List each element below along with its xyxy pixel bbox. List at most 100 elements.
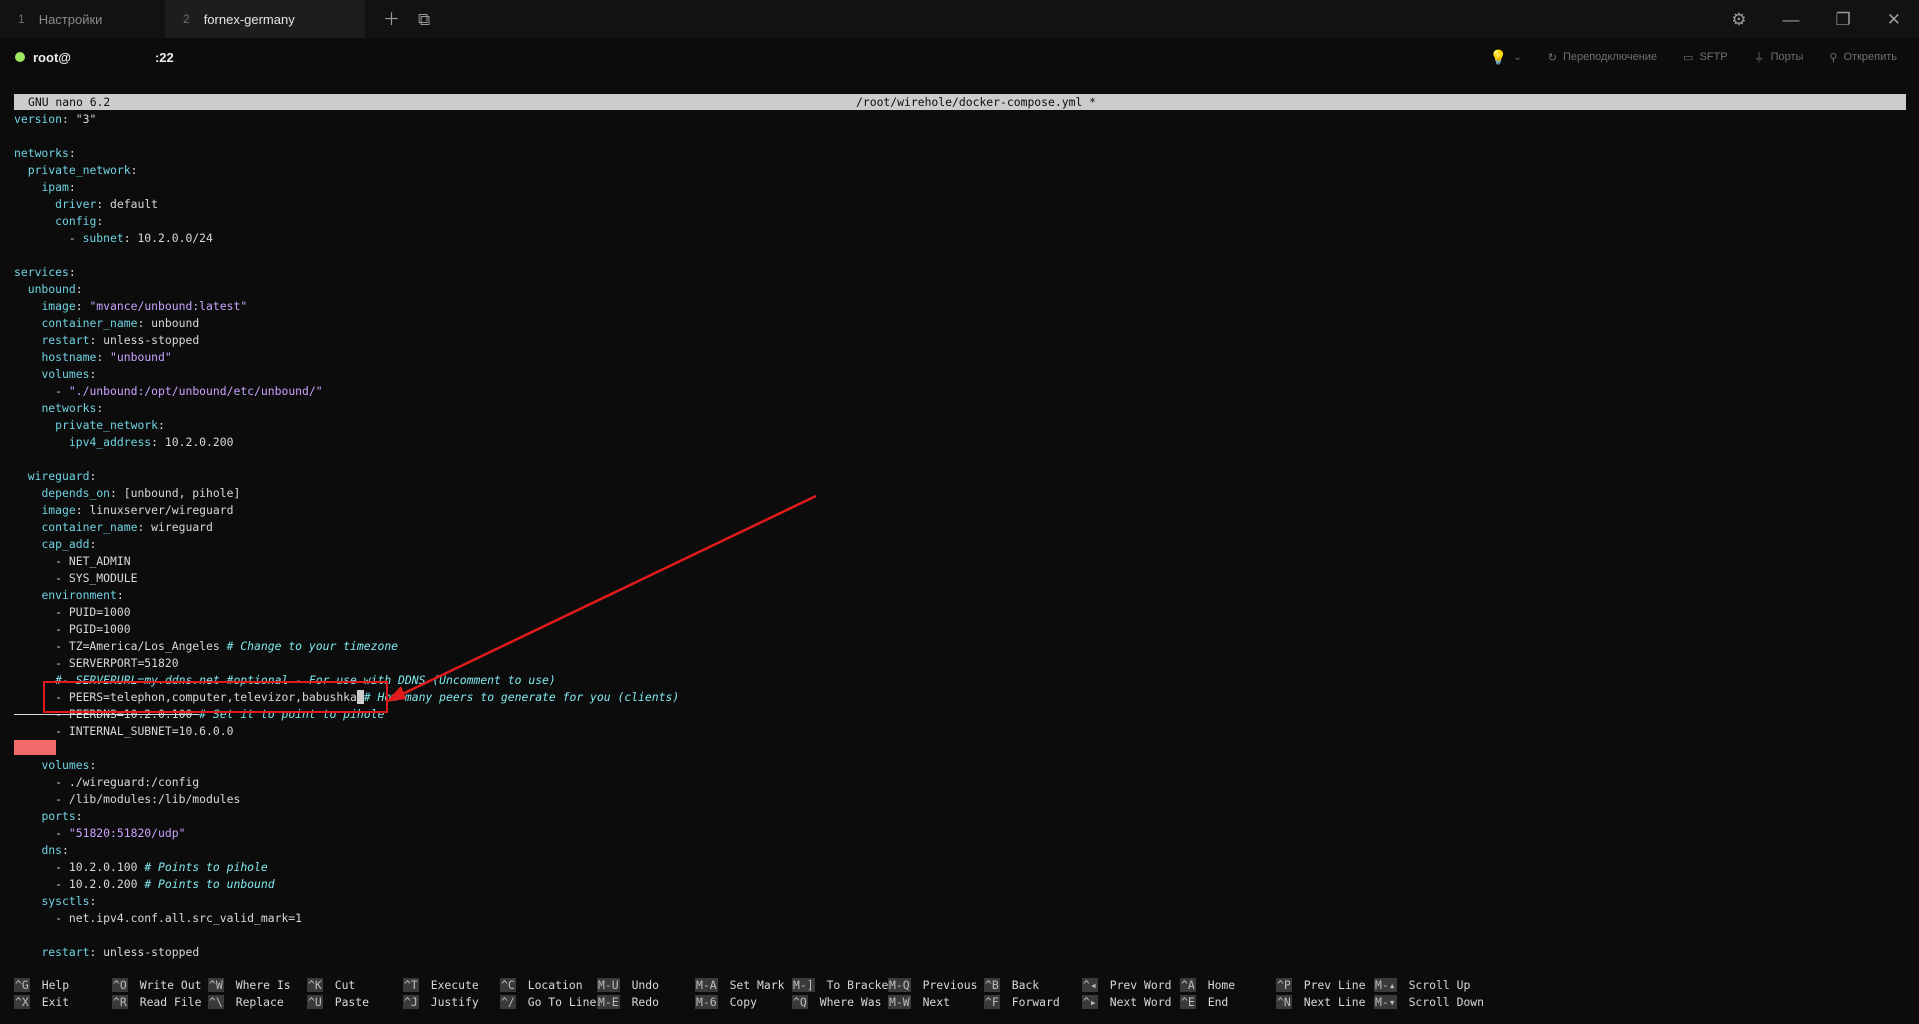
code-token: volumes bbox=[41, 367, 90, 381]
code-token: - bbox=[14, 826, 69, 840]
tab-label: Настройки bbox=[38, 11, 103, 27]
shortcut-key: M-Q bbox=[888, 978, 911, 992]
editor-content[interactable]: version: "3" networks: private_network: i… bbox=[14, 111, 679, 961]
code-token: depends_on bbox=[41, 486, 111, 500]
shortcut-key: M-▴ bbox=[1374, 978, 1397, 992]
code-token: - net.ipv4.conf.all.src_valid_mark=1 bbox=[14, 911, 303, 925]
code-token: : unless-stopped bbox=[89, 945, 200, 959]
code-token: - 10.2.0.200 bbox=[14, 877, 145, 891]
shortcut-key: M-▾ bbox=[1374, 995, 1397, 1009]
shortcut-label: Back bbox=[1011, 978, 1040, 992]
gear-icon[interactable]: ⚙ bbox=[1731, 11, 1746, 28]
shortcut-key: ^B bbox=[984, 978, 1000, 992]
nano-version: GNU nano 6.2 bbox=[28, 95, 111, 109]
sftp-icon: ▭ bbox=[1683, 51, 1694, 64]
minimize-icon[interactable]: — bbox=[1783, 11, 1800, 28]
shortcut-key: ^T bbox=[403, 978, 419, 992]
shortcut-label: Where Is bbox=[235, 978, 291, 992]
code-token: : 10.2.0.0/24 bbox=[123, 231, 213, 245]
host-port: :22 bbox=[154, 49, 174, 65]
code-token: driver bbox=[55, 197, 97, 211]
code-token: : bbox=[89, 894, 97, 908]
code-token: networks bbox=[14, 146, 69, 160]
shortcut-set-mark: M-A Set Mark bbox=[695, 977, 784, 994]
shortcut-label: Justify bbox=[430, 995, 479, 1009]
code-token: - TZ=America/Los_Angeles bbox=[14, 639, 227, 653]
shortcut-prev-word: ^◂ Prev Word bbox=[1082, 977, 1171, 994]
tab-number: 2 bbox=[183, 12, 190, 26]
code-token: cap_add bbox=[41, 537, 90, 551]
code-token: private_network bbox=[27, 163, 131, 177]
shortcut-key: ^R bbox=[112, 995, 128, 1009]
shortcut-label: Scroll Up bbox=[1408, 978, 1471, 992]
code-token: : bbox=[68, 146, 76, 160]
code-line: cap_add: bbox=[14, 536, 679, 553]
session-actions: 💡 ⌄ ↻ Переподключение ▭ SFTP ⏚ Порты ⚲ От… bbox=[1490, 38, 1897, 76]
code-token: : bbox=[62, 843, 69, 857]
tab-settings[interactable]: 1 Настройки bbox=[0, 0, 165, 38]
code-token: container_name bbox=[41, 520, 138, 534]
file-path: /root/wirehole/docker-compose.yml * bbox=[856, 95, 1097, 109]
shortcut-label: Write Out bbox=[139, 978, 202, 992]
shortcut-key: ^G bbox=[14, 978, 30, 992]
shortcut-key: ^U bbox=[307, 995, 323, 1009]
code-line: - 10.2.0.100 # Points to pihole bbox=[14, 859, 679, 876]
code-line: - PUID=1000 bbox=[14, 604, 679, 621]
code-token: : bbox=[89, 469, 97, 483]
code-token: : bbox=[75, 809, 83, 823]
code-token: "unbound" bbox=[110, 350, 172, 364]
code-line: private_network: bbox=[14, 162, 679, 179]
code-token: - PGID=1000 bbox=[14, 622, 131, 636]
code-token: restart bbox=[41, 333, 90, 347]
code-line: - ./wireguard:/config bbox=[14, 774, 679, 791]
code-line: environment: bbox=[14, 587, 679, 604]
code-line: private_network: bbox=[14, 417, 679, 434]
code-token: restart bbox=[41, 945, 90, 959]
code-line: ipam: bbox=[14, 179, 679, 196]
reconnect-button[interactable]: ↻ Переподключение bbox=[1548, 51, 1657, 64]
sftp-button[interactable]: ▭ SFTP bbox=[1683, 51, 1728, 64]
plus-icon[interactable]: ＋ bbox=[383, 11, 400, 28]
shortcut-prev-line: ^P Prev Line bbox=[1276, 977, 1365, 994]
shortcut-label: Prev Line bbox=[1303, 978, 1366, 992]
shortcut-label: Next Line bbox=[1303, 995, 1366, 1009]
code-token: "51820:51820/udp" bbox=[68, 826, 186, 840]
tab-fornex-germany[interactable]: 2 fornex-germany bbox=[165, 0, 365, 38]
host-redacted bbox=[70, 51, 155, 63]
lightbulb-icon[interactable]: 💡 ⌄ bbox=[1490, 49, 1522, 66]
code-token: # Points to unbound bbox=[144, 877, 275, 891]
shortcut-label: Help bbox=[41, 978, 70, 992]
shortcut-key: ^\ bbox=[208, 995, 224, 1009]
restore-icon[interactable]: ❐ bbox=[1836, 11, 1851, 28]
ports-icon: ⏚ bbox=[1753, 52, 1765, 64]
shortcut-label: Go To Line bbox=[527, 995, 597, 1009]
code-token: - INTERNAL_SUBNET=10.6.0.0 bbox=[14, 724, 234, 738]
code-line: hostname: "unbound" bbox=[14, 349, 679, 366]
unpin-button[interactable]: ⚲ Открепить bbox=[1829, 51, 1897, 64]
code-line: - net.ipv4.conf.all.src_valid_mark=1 bbox=[14, 910, 679, 927]
code-line: - SYS_MODULE bbox=[14, 570, 679, 587]
copy-window-icon[interactable]: ⧉ bbox=[418, 11, 430, 28]
code-line: - 10.2.0.200 # Points to unbound bbox=[14, 876, 679, 893]
shortcut-label: Execute bbox=[430, 978, 479, 992]
close-icon[interactable]: ✕ bbox=[1887, 11, 1901, 28]
shortcut-key: ^J bbox=[403, 995, 419, 1009]
code-line: config: bbox=[14, 213, 679, 230]
shortcut-label: Prev Word bbox=[1109, 978, 1172, 992]
ports-button[interactable]: ⏚ Порты bbox=[1754, 49, 1804, 65]
code-token: : 10.2.0.200 bbox=[151, 435, 234, 449]
window-controls: ⚙ — ❐ ✕ bbox=[1731, 0, 1901, 38]
code-line: wireguard: bbox=[14, 468, 679, 485]
